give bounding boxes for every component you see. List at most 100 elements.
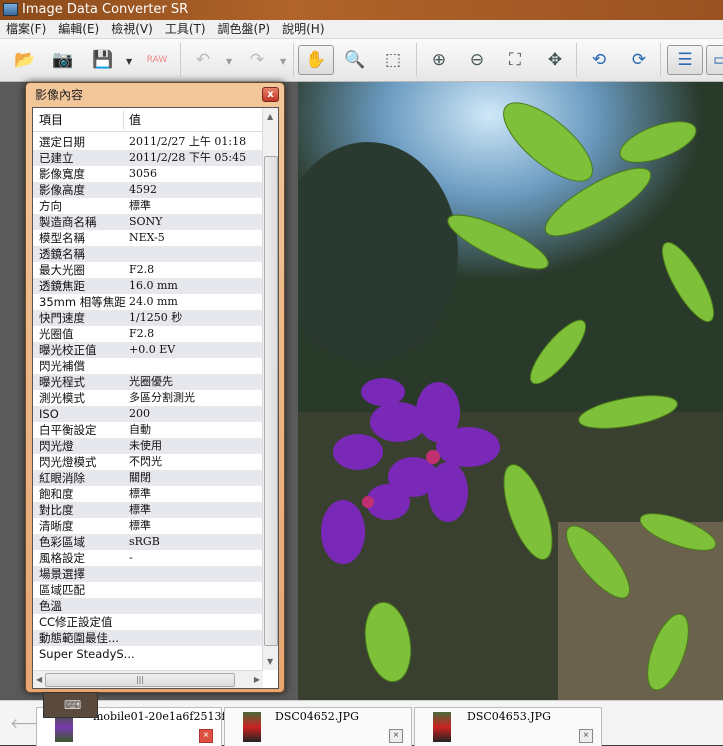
title-bar: Image Data Converter SR [0,0,723,20]
undo-icon[interactable]: ↶ [188,45,218,75]
property-name: Super SteadyS... [39,647,135,661]
save-dropdown-icon[interactable]: ▼ [126,57,132,66]
property-row[interactable]: ISO 200 [33,406,263,422]
property-row[interactable]: 方向 標準 [33,198,263,214]
move-center-icon[interactable]: ✥ [540,45,570,75]
close-tab-icon[interactable]: × [389,729,403,743]
property-row[interactable]: 色溫 [33,598,263,614]
property-row[interactable]: 已建立 2011/2/28 下午 05:45 [33,150,263,166]
image-preview[interactable] [298,82,723,700]
property-row[interactable]: 動態範圍最佳... [33,630,263,646]
property-row[interactable]: 最大光圈 F2.8 [33,262,263,278]
property-row[interactable]: 影像寬度 3056 [33,166,263,182]
camera-import-icon[interactable]: 📷 [48,45,78,75]
property-row[interactable]: Super SteadyS... [33,646,263,662]
property-name: 場景選擇 [39,567,85,581]
toolbar: 📂 📷 💾 ▼ RAW ↶ ▼ ↷ ▼ ✋ 🔍 ⬚ ⊕ ⊖ ⛶ ✥ ⟲ ⟳ ☰ … [0,39,723,82]
property-value: 3056 [129,167,157,180]
app-icon [3,3,18,16]
property-name: 色溫 [39,599,62,613]
property-row[interactable]: 選定日期 2011/2/27 上午 01:18 [33,134,263,150]
undo-dropdown-icon[interactable]: ▼ [226,57,232,66]
menu-tools[interactable]: 工具(T) [159,20,212,38]
fit-screen-icon[interactable]: ⛶ [500,45,530,75]
adjust-panel-icon[interactable]: ☰ [667,45,703,75]
scroll-left-icon[interactable]: ◀ [36,675,42,684]
property-row[interactable]: 紅眼消除 關閉 [33,470,263,486]
property-name: 影像寬度 [39,167,85,181]
property-row[interactable]: 35mm 相等焦距 24.0 mm [33,294,263,310]
property-name: 最大光圈 [39,263,85,277]
scroll-thumb[interactable]: ||| [45,673,235,687]
open-folder-icon[interactable]: 📂 [10,45,40,75]
magnifier-icon[interactable]: 🔍 [340,45,370,75]
property-value: SONY [129,215,163,228]
dialog-close-button[interactable]: x [262,87,279,102]
property-row[interactable]: 對比度 標準 [33,502,263,518]
menu-view[interactable]: 檢視(V) [105,20,159,38]
menu-file[interactable]: 檔案(F) [0,20,52,38]
property-row[interactable]: 模型名稱 NEX-5 [33,230,263,246]
zoom-out-icon[interactable]: ⊖ [462,45,492,75]
property-row[interactable]: 曝光程式 光圈優先 [33,374,263,390]
zoom-in-icon[interactable]: ⊕ [424,45,454,75]
property-name: 清晰度 [39,519,74,533]
property-value: 2011/2/27 上午 01:18 [129,135,247,148]
raw-convert-icon[interactable]: RAW [142,45,172,75]
property-row[interactable]: 閃光燈 未使用 [33,438,263,454]
tab-name: DSC04653.JPG [467,710,551,723]
vertical-scrollbar[interactable]: ▲ ▼ [262,108,278,670]
property-row[interactable]: 色彩區域 sRGB [33,534,263,550]
property-value: - [129,551,133,564]
property-value: 標準 [129,487,151,500]
horizontal-scrollbar[interactable]: ◀ ||| ▶ [33,670,263,688]
property-row[interactable]: 場景選擇 [33,566,263,582]
menu-palette[interactable]: 調色盤(P) [212,20,277,38]
property-row[interactable]: 閃光燈模式 不閃光 [33,454,263,470]
hand-tool-icon[interactable]: ✋ [298,45,334,75]
tab-name: mobile01-20e1a6f2513fc... [93,710,243,723]
property-value: NEX-5 [129,231,165,244]
property-row[interactable]: 製造商名稱 SONY [33,214,263,230]
scroll-right-icon[interactable]: ▶ [254,675,260,684]
column-header-item[interactable]: 項目 [39,108,63,132]
scroll-thumb[interactable] [264,156,278,646]
property-row[interactable]: 白平衡設定 自動 [33,422,263,438]
property-value: 標準 [129,199,151,212]
scroll-down-icon[interactable]: ▼ [267,657,273,666]
rotate-left-icon[interactable]: ⟲ [584,45,614,75]
menu-help[interactable]: 說明(H) [276,20,330,38]
column-header-value[interactable]: 值 [129,108,141,132]
property-value: 標準 [129,503,151,516]
property-row[interactable]: 影像高度 4592 [33,182,263,198]
property-row[interactable]: 透鏡名稱 [33,246,263,262]
close-tab-icon[interactable]: × [579,729,593,743]
property-row[interactable]: 測光模式 多區分割測光 [33,390,263,406]
scroll-up-icon[interactable]: ▲ [267,112,273,121]
property-row[interactable]: 清晰度 標準 [33,518,263,534]
property-name: 已建立 [39,151,74,165]
property-row[interactable]: 區域匹配 [33,582,263,598]
property-row[interactable]: 透鏡焦距 16.0 mm [33,278,263,294]
save-icon[interactable]: 💾 [88,45,118,75]
redo-dropdown-icon[interactable]: ▼ [280,57,286,66]
select-rect-icon[interactable]: ⬚ [378,45,408,75]
property-row[interactable]: 快門速度 1/1250 秒 [33,310,263,326]
property-row[interactable]: 曝光校正值 +0.0 EV [33,342,263,358]
rotate-right-icon[interactable]: ⟳ [624,45,654,75]
menu-edit[interactable]: 編輯(E) [52,20,105,38]
redo-icon[interactable]: ↷ [242,45,272,75]
thumbnail [433,712,451,742]
property-row[interactable]: 閃光補償 [33,358,263,374]
property-row[interactable]: 飽和度 標準 [33,486,263,502]
input-method-keyboard-icon[interactable]: ⌨ [43,692,98,718]
column-divider[interactable] [123,110,124,130]
close-tab-icon[interactable]: × [199,729,213,743]
image-tab[interactable]: DSC04652.JPG × [224,707,412,746]
property-row[interactable]: 光圈值 F2.8 [33,326,263,342]
panel-icon[interactable]: ▭ [706,45,723,75]
property-row[interactable]: 風格設定 - [33,550,263,566]
property-value: sRGB [129,535,160,548]
property-row[interactable]: CC修正設定值 [33,614,263,630]
image-tab[interactable]: DSC04653.JPG × [414,707,602,746]
